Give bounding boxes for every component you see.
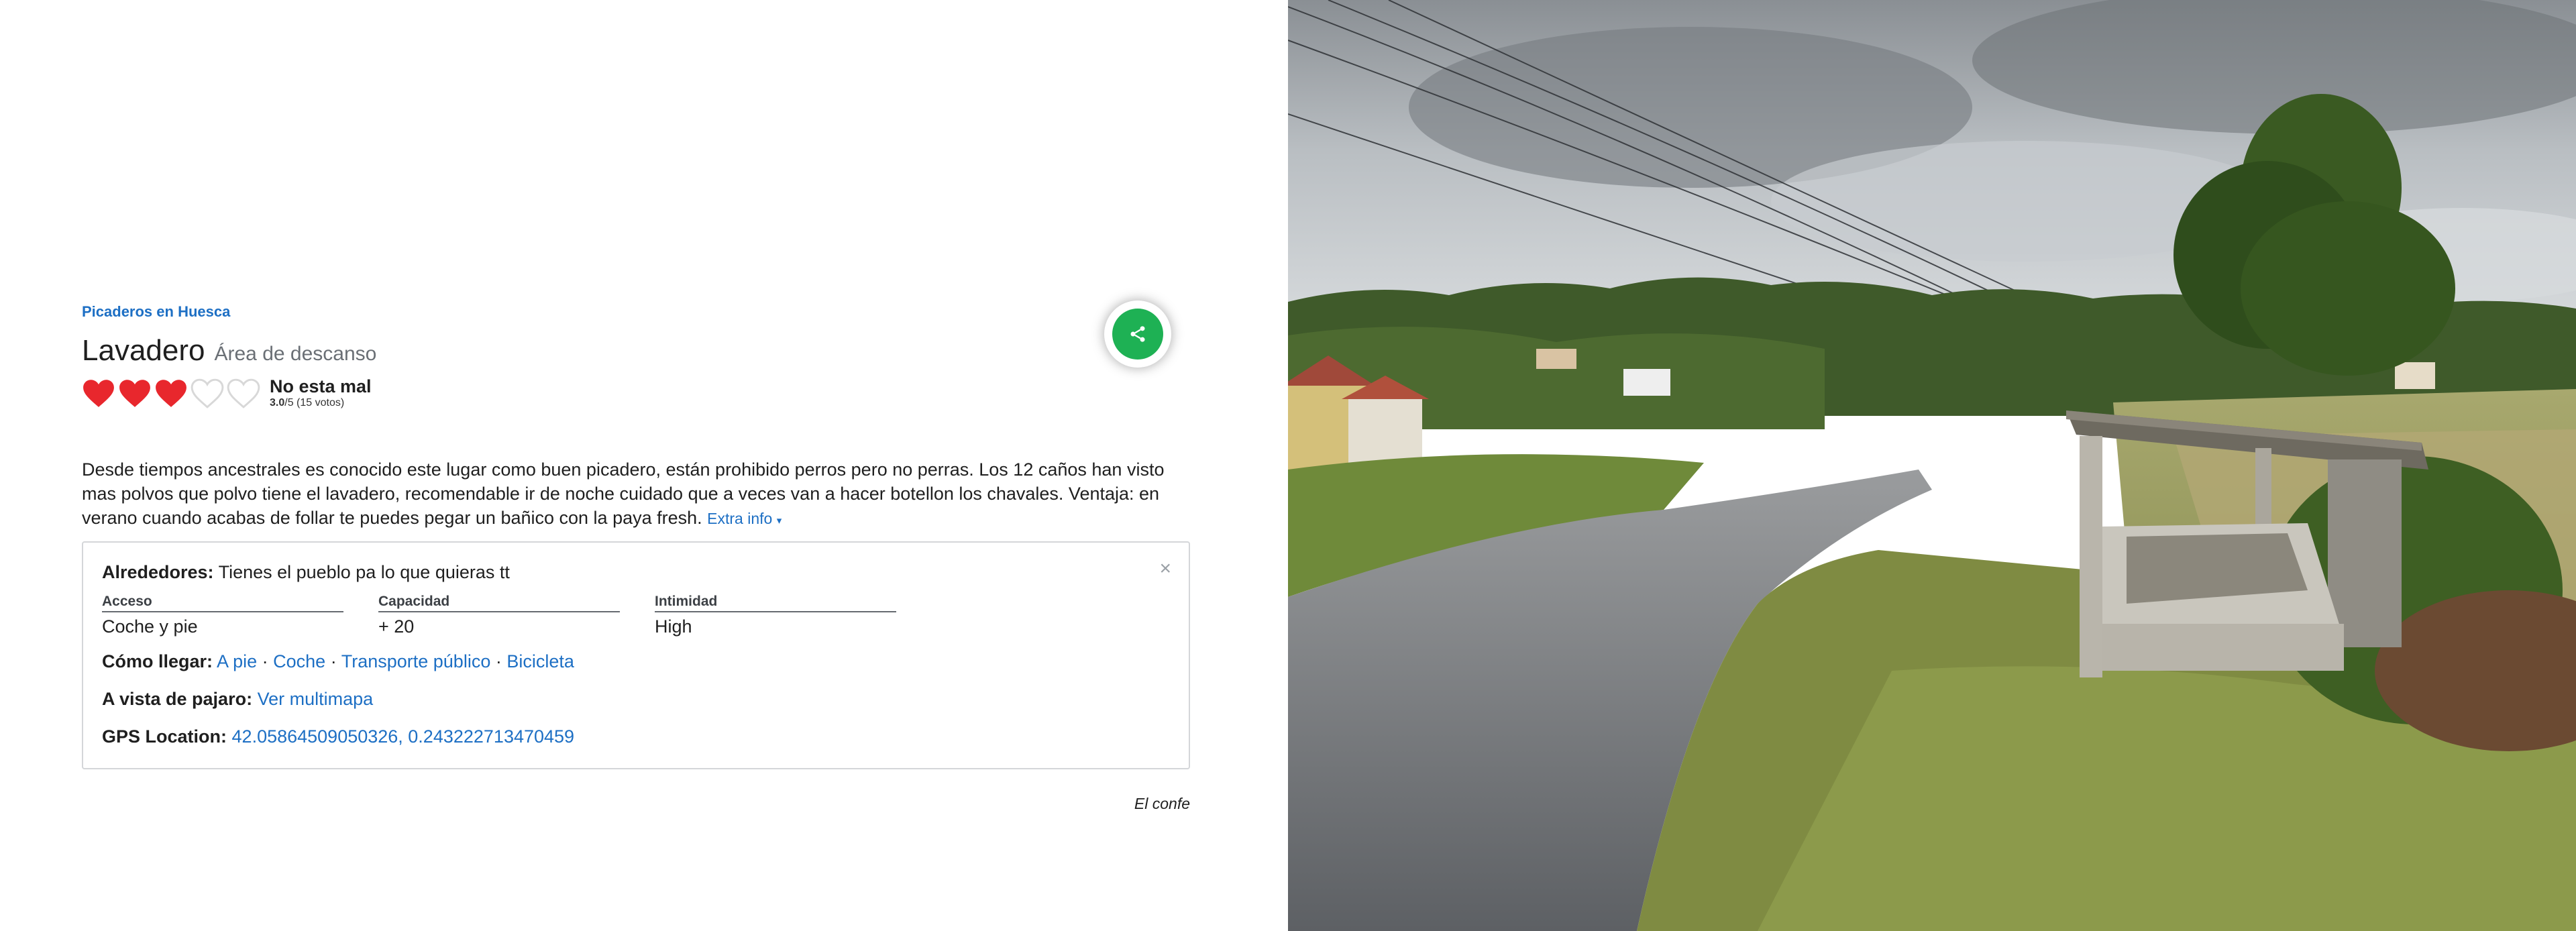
stat-capacity: Capacidad + 20 — [378, 594, 655, 637]
description-text: Desde tiempos ancestrales es conocido es… — [82, 459, 1165, 528]
stat-access-value: Coche y pie — [102, 616, 198, 637]
rating: No esta mal 3.0/5 (15 votos) — [82, 376, 1189, 410]
rating-score-value: 3.0 — [270, 397, 285, 408]
heart-filled-icon[interactable] — [154, 378, 188, 408]
rating-out-of: /5 — [284, 397, 294, 408]
stat-access-label: Acceso — [102, 594, 343, 612]
how-to-get-bike-link[interactable]: Bicicleta — [506, 651, 574, 671]
stat-access: Acceso Coche y pie — [102, 594, 378, 637]
share-button[interactable] — [1104, 300, 1171, 368]
separator: · — [262, 651, 268, 671]
close-icon[interactable]: × — [1159, 559, 1171, 579]
extra-info-panel: × Alrededores: Tienes el pueblo pa lo qu… — [82, 541, 1190, 769]
heart-filled-icon[interactable] — [82, 378, 115, 408]
rating-score: 3.0/5 (15 votos) — [270, 396, 372, 410]
surroundings-value: Tienes el pueblo pa lo que quieras tt — [218, 562, 510, 582]
place-description: Desde tiempos ancestrales es conocido es… — [82, 457, 1189, 533]
surroundings-label: Alrededores: — [102, 562, 214, 582]
place-title: Lavadero — [82, 334, 205, 367]
gps-coordinates-link[interactable]: 42.05864509050326, 0.243222713470459 — [232, 726, 575, 747]
author-name: El confe — [1134, 795, 1190, 812]
birds-eye-row: A vista de pajaro: Ver multimapa — [102, 687, 1170, 711]
stats-row: Acceso Coche y pie Capacidad + 20 Intimi… — [102, 594, 1170, 637]
multimap-link[interactable]: Ver multimapa — [258, 689, 374, 709]
location-photo — [1288, 0, 2576, 931]
separator: · — [495, 651, 502, 671]
how-to-get-transit-link[interactable]: Transporte público — [341, 651, 491, 671]
heart-filled-icon[interactable] — [118, 378, 152, 408]
place-category: Área de descanso — [214, 343, 377, 365]
stat-intimacy-value: High — [655, 616, 692, 637]
title-row: Lavadero Área de descanso — [82, 334, 1189, 368]
rating-text: No esta mal 3.0/5 (15 votos) — [270, 376, 372, 410]
chevron-down-icon: ▾ — [776, 515, 782, 527]
rating-hearts[interactable] — [82, 378, 263, 408]
how-to-get-row: Cómo llegar: A pie · Coche · Transporte … — [102, 649, 1170, 673]
breadcrumb-link[interactable]: Picaderos en Huesca — [82, 303, 230, 321]
separator: · — [330, 651, 337, 671]
rating-label: No esta mal — [270, 376, 372, 396]
street-view-image — [1288, 0, 2576, 931]
extra-info-toggle[interactable]: Extra info ▾ — [707, 510, 782, 527]
stat-intimacy: Intimidad High — [655, 594, 931, 637]
stat-capacity-value: + 20 — [378, 616, 415, 637]
place-card: Picaderos en Huesca Lavadero Área de des… — [82, 300, 1190, 813]
heart-empty-icon[interactable] — [227, 378, 260, 408]
extra-info-label: Extra info — [707, 510, 773, 527]
stat-intimacy-label: Intimidad — [655, 594, 896, 612]
share-icon — [1130, 326, 1145, 342]
how-to-get-label: Cómo llegar: — [102, 651, 213, 671]
birds-eye-label: A vista de pajaro: — [102, 689, 253, 709]
surroundings-row: Alrededores: Tienes el pueblo pa lo que … — [102, 560, 1170, 584]
rating-votes: (15 votos) — [297, 397, 345, 408]
gps-row: GPS Location: 42.05864509050326, 0.24322… — [102, 724, 1170, 749]
share-button-circle — [1112, 309, 1163, 360]
info-panel: Picaderos en Huesca Lavadero Área de des… — [0, 0, 1288, 931]
gps-label: GPS Location: — [102, 726, 227, 747]
stat-capacity-label: Capacidad — [378, 594, 620, 612]
heart-empty-icon[interactable] — [191, 378, 224, 408]
how-to-get-car-link[interactable]: Coche — [273, 651, 325, 671]
how-to-get-walk-link[interactable]: A pie — [217, 651, 257, 671]
